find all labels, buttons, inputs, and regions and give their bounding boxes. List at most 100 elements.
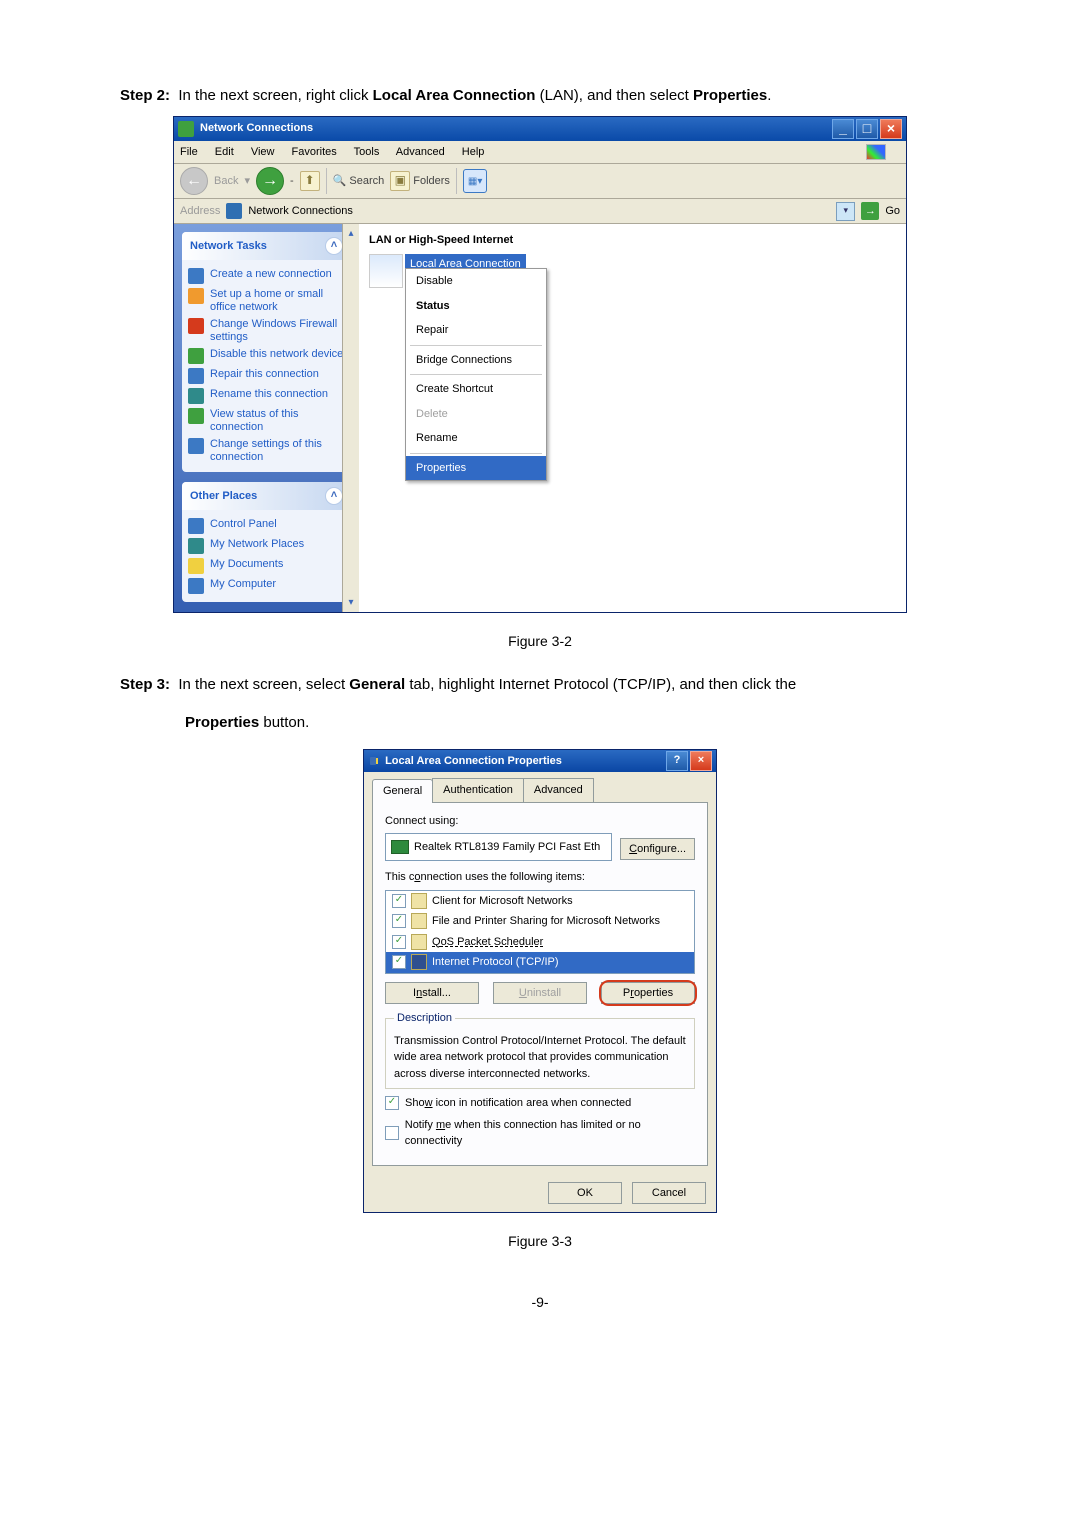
windows-flag-icon [866, 144, 886, 160]
menu-edit[interactable]: Edit [215, 146, 234, 158]
folders-button[interactable]: ▣Folders [390, 171, 450, 191]
titlebar[interactable]: Local Area Connection Properties ? × [364, 750, 716, 772]
chevron-up-icon[interactable]: ˄ [325, 237, 343, 255]
checkbox-icon[interactable]: ✓ [392, 894, 406, 908]
task-rename[interactable]: Rename this connection [188, 386, 345, 406]
rename-icon [188, 388, 204, 404]
up-folder-icon[interactable]: ⬆ [300, 171, 320, 191]
menubar: File Edit View Favorites Tools Advanced … [174, 141, 906, 165]
menu-help[interactable]: Help [462, 146, 485, 158]
ctx-shortcut[interactable]: Create Shortcut [406, 377, 546, 402]
task-firewall[interactable]: Change Windows Firewall settings [188, 316, 345, 346]
back-label: Back [214, 173, 238, 190]
checkbox-icon[interactable] [385, 1126, 399, 1140]
task-create-connection[interactable]: Create a new connection [188, 266, 345, 286]
scroll-up-icon[interactable]: ▴ [348, 226, 353, 241]
tab-body: Connect using: Realtek RTL8139 Family PC… [372, 802, 708, 1166]
ctx-repair[interactable]: Repair [406, 318, 546, 343]
description-text: Transmission Control Protocol/Internet P… [394, 1033, 686, 1083]
place-network-places[interactable]: My Network Places [188, 536, 345, 556]
menu-file[interactable]: File [180, 146, 198, 158]
scroll-down-icon[interactable]: ▾ [348, 595, 353, 610]
ctx-properties[interactable]: Properties [406, 456, 546, 481]
configure-button[interactable]: Configure... [620, 838, 695, 861]
show-icon-row[interactable]: ✓ Show icon in notification area when co… [385, 1095, 695, 1112]
window-title: Network Connections [200, 120, 313, 137]
go-button[interactable]: → [861, 202, 879, 220]
control-panel-icon [188, 518, 204, 534]
properties-button[interactable]: Properties [601, 982, 695, 1005]
place-my-documents[interactable]: My Documents [188, 556, 345, 576]
window-title: Local Area Connection Properties [385, 753, 562, 770]
network-connections-window: Network Connections _ □ × File Edit View… [173, 116, 907, 614]
step3-text: Step 3: In the next screen, select Gener… [120, 674, 960, 697]
tab-general[interactable]: General [372, 779, 433, 803]
list-item-tcpip[interactable]: ✓Internet Protocol (TCP/IP) [386, 952, 694, 973]
sidebar: Network Tasks ˄ Create a new connection … [174, 224, 359, 612]
task-status[interactable]: View status of this connection [188, 406, 345, 436]
tab-authentication[interactable]: Authentication [432, 778, 524, 802]
place-my-computer[interactable]: My Computer [188, 576, 345, 596]
cancel-button[interactable]: Cancel [632, 1182, 706, 1205]
titlebar[interactable]: Network Connections _ □ × [174, 117, 906, 141]
menu-tools[interactable]: Tools [354, 146, 380, 158]
page-number: -9- [120, 1292, 960, 1313]
views-button[interactable]: ▦▾ [463, 169, 487, 193]
step3-cont: Properties button. [185, 712, 960, 735]
menu-view[interactable]: View [251, 146, 275, 158]
panel-header[interactable]: Network Tasks ˄ [182, 232, 351, 260]
task-settings[interactable]: Change settings of this connection [188, 436, 345, 466]
checkbox-icon[interactable]: ✓ [392, 914, 406, 928]
list-item[interactable]: ✓Client for Microsoft Networks [386, 891, 694, 912]
checkbox-icon[interactable]: ✓ [385, 1096, 399, 1110]
computer-icon [188, 578, 204, 594]
other-places-panel: Other Places ˄ Control Panel My Network … [182, 482, 351, 602]
ctx-bridge[interactable]: Bridge Connections [406, 348, 546, 373]
panel-header[interactable]: Other Places ˄ [182, 482, 351, 510]
context-menu: Disable Status Repair Bridge Connections… [405, 268, 547, 481]
task-disable[interactable]: Disable this network device [188, 346, 345, 366]
checkbox-icon[interactable]: ✓ [392, 955, 406, 969]
list-item[interactable]: ✓File and Printer Sharing for Microsoft … [386, 911, 694, 932]
checkbox-icon[interactable]: ✓ [392, 935, 406, 949]
close-button[interactable]: × [880, 119, 902, 139]
connect-using-label: Connect using: [385, 813, 695, 830]
ctx-status[interactable]: Status [406, 294, 546, 319]
chevron-up-icon[interactable]: ˄ [325, 487, 343, 505]
minimize-button[interactable]: _ [832, 119, 854, 139]
task-setup-network[interactable]: Set up a home or small office network [188, 286, 345, 316]
step2-text: Step 2: In the next screen, right click … [120, 85, 960, 108]
items-list[interactable]: ✓Client for Microsoft Networks ✓File and… [385, 890, 695, 974]
forward-button[interactable]: → [256, 167, 284, 195]
sidebar-scrollbar[interactable]: ▴▾ [342, 224, 359, 612]
notify-row[interactable]: Notify me when this connection has limit… [385, 1117, 695, 1150]
tab-advanced[interactable]: Advanced [523, 778, 594, 802]
menu-favorites[interactable]: Favorites [292, 146, 337, 158]
figure-caption-2: Figure 3-3 [120, 1231, 960, 1252]
address-value[interactable]: Network Connections [248, 203, 830, 220]
maximize-button[interactable]: □ [856, 119, 878, 139]
address-dropdown[interactable]: ▾ [836, 202, 855, 221]
folders-icon: ▣ [390, 171, 410, 191]
app-icon [178, 121, 194, 137]
tabs: General Authentication Advanced [364, 772, 716, 802]
ctx-disable[interactable]: Disable [406, 269, 546, 294]
install-button[interactable]: Install... [385, 982, 479, 1005]
place-control-panel[interactable]: Control Panel [188, 516, 345, 536]
search-button[interactable]: 🔍Search [333, 173, 385, 190]
list-item[interactable]: ✓QoS Packet Scheduler [386, 932, 694, 953]
menu-advanced[interactable]: Advanced [396, 146, 445, 158]
ctx-rename[interactable]: Rename [406, 426, 546, 451]
show-icon-label: Show icon in notification area when conn… [405, 1095, 631, 1112]
address-icon [226, 203, 242, 219]
adapter-box[interactable]: Realtek RTL8139 Family PCI Fast Eth [385, 833, 612, 861]
lac-icon[interactable] [369, 254, 403, 288]
settings-icon [188, 438, 204, 454]
close-button[interactable]: × [690, 751, 712, 771]
task-repair[interactable]: Repair this connection [188, 366, 345, 386]
back-button[interactable]: ← [180, 167, 208, 195]
go-label: Go [885, 203, 900, 220]
ok-button[interactable]: OK [548, 1182, 622, 1205]
help-button[interactable]: ? [666, 751, 688, 771]
content-area[interactable]: LAN or High-Speed Internet Local Area Co… [359, 224, 906, 612]
